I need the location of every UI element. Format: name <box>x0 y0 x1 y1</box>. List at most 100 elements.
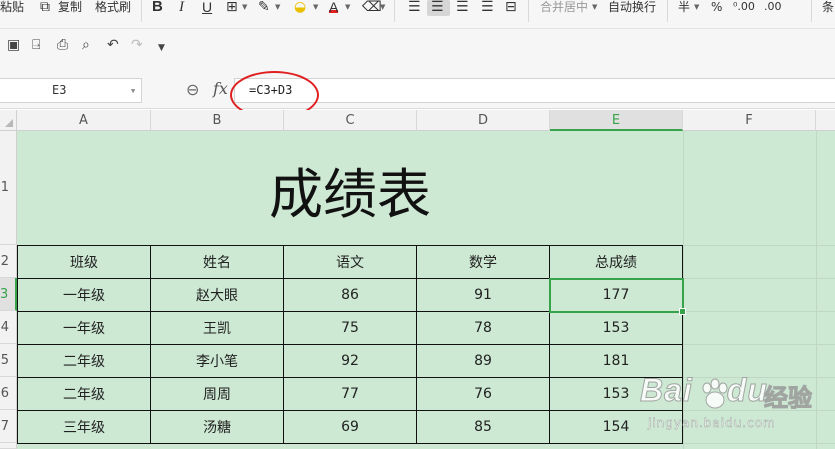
column-header-f[interactable]: F <box>683 110 816 131</box>
column-header-d[interactable]: D <box>417 110 550 131</box>
sheet-title[interactable]: 成绩表 <box>17 131 683 245</box>
format-painter-button[interactable]: 格式刷 <box>95 0 131 14</box>
baidu-jingyan-watermark: Bai du 经验 jingyan.baidu.com <box>640 372 835 449</box>
bold-button[interactable]: B <box>152 0 163 16</box>
table-cell[interactable]: 86 <box>283 278 417 312</box>
table-cell[interactable]: 二年级 <box>17 344 151 378</box>
decrease-decimal-button[interactable]: .00 <box>764 0 782 14</box>
table-cell[interactable]: 77 <box>283 377 417 411</box>
copy-button[interactable]: 复制 <box>58 0 82 14</box>
paste-button[interactable]: 粘贴 <box>0 0 24 14</box>
table-cell[interactable]: 周周 <box>150 377 284 411</box>
increase-decimal-button[interactable]: ⁰.00 <box>733 0 755 14</box>
italic-button[interactable]: I <box>179 0 184 16</box>
row-header-3[interactable]: 3 <box>0 278 17 311</box>
column-header-a[interactable]: A <box>17 110 151 131</box>
chevron-down-icon[interactable]: ▼ <box>313 4 318 11</box>
currency-button[interactable]: 半 <box>678 0 690 14</box>
align-center-icon[interactable]: ☰ <box>431 0 444 16</box>
fx-icon[interactable]: fx <box>213 79 228 98</box>
column-header-e[interactable]: E <box>550 110 683 131</box>
justify-icon[interactable]: ☰ <box>481 0 494 16</box>
distributed-icon[interactable]: ⊟ <box>505 0 517 16</box>
fill-color-icon[interactable]: ✎ <box>258 0 270 16</box>
table-cell[interactable]: 91 <box>416 278 550 312</box>
chevron-down-icon[interactable]: ▼ <box>131 87 135 95</box>
table-cell[interactable]: 69 <box>283 410 417 444</box>
name-box[interactable]: E3 ▼ <box>0 78 142 103</box>
header-cell[interactable]: 总成绩 <box>549 245 683 279</box>
percent-button[interactable]: % <box>711 0 722 14</box>
ribbon-right-button[interactable]: 条 <box>822 0 834 14</box>
table-cell[interactable]: 三年级 <box>17 410 151 444</box>
row-header-7[interactable]: 7 <box>0 410 17 443</box>
row-header-6[interactable]: 6 <box>0 377 17 410</box>
chevron-down-icon[interactable]: ▼ <box>275 4 280 11</box>
gridline <box>683 311 835 312</box>
eraser-icon[interactable]: ⌫ <box>362 0 382 16</box>
table-cell[interactable]: 一年级 <box>17 278 151 312</box>
table-cell[interactable]: 92 <box>283 344 417 378</box>
table-cell[interactable]: 89 <box>416 344 550 378</box>
column-header-b[interactable]: B <box>151 110 284 131</box>
undo-icon[interactable]: ↶ <box>107 37 119 53</box>
table-cell[interactable]: 一年级 <box>17 311 151 345</box>
chevron-down-icon[interactable]: ▼ <box>345 4 350 11</box>
column-header-c[interactable]: C <box>284 110 417 131</box>
align-right-icon[interactable]: ☰ <box>456 0 469 16</box>
save-icon[interactable]: ▣ <box>7 37 20 53</box>
gridline <box>683 344 835 345</box>
table-cell[interactable]: 85 <box>416 410 550 444</box>
chevron-down-icon[interactable]: ▼ <box>592 4 597 11</box>
watermark-url: jingyan.baidu.com <box>648 416 776 430</box>
watermark-cn: 经验 <box>764 384 813 413</box>
table-header-row: 班级 姓名 语文 数学 总成绩 <box>17 245 683 279</box>
divider <box>528 0 529 22</box>
align-left-icon[interactable]: ☰ <box>408 0 421 16</box>
column-header-g[interactable] <box>816 110 835 131</box>
redo-icon[interactable]: ↷ <box>131 37 143 53</box>
table-cell[interactable]: 李小笔 <box>150 344 284 378</box>
formula-input[interactable] <box>234 78 835 103</box>
divider <box>394 0 395 22</box>
table-cell[interactable]: 汤糖 <box>150 410 284 444</box>
divider <box>667 0 668 22</box>
table-cell[interactable]: 78 <box>416 311 550 345</box>
table-cell[interactable]: 75 <box>283 311 417 345</box>
row-header-8[interactable] <box>0 443 17 449</box>
table-cell[interactable]: 76 <box>416 377 550 411</box>
highlight-icon[interactable]: ◒ <box>294 0 306 16</box>
output-icon[interactable]: ⍈ <box>32 37 40 53</box>
table-cell[interactable]: 赵大眼 <box>150 278 284 312</box>
print-icon[interactable]: ⎙ <box>57 37 68 53</box>
print-preview-icon[interactable]: ⌕ <box>82 37 90 53</box>
zoom-icon[interactable]: ⊖ <box>186 80 199 99</box>
header-cell[interactable]: 姓名 <box>150 245 284 279</box>
chevron-down-icon[interactable]: ▼ <box>694 4 699 11</box>
ribbon-toolbar: 粘贴 ⧉ 复制 格式刷 B I U ⊞ ▼ ✎ ▼ ◒ ▼ A ▼ ⌫ ▼ ☰ … <box>0 0 835 29</box>
header-cell[interactable]: 班级 <box>17 245 151 279</box>
header-cell[interactable]: 数学 <box>416 245 550 279</box>
chevron-down-icon[interactable]: ▼ <box>380 4 385 11</box>
score-table: 班级 姓名 语文 数学 总成绩 一年级 赵大眼 86 91 177 一年级 王凯… <box>17 245 683 444</box>
table-cell[interactable]: 王凯 <box>150 311 284 345</box>
select-all-corner[interactable] <box>0 110 17 131</box>
table-row: 二年级 李小笔 92 89 181 <box>17 344 683 378</box>
font-color-button[interactable]: A <box>329 0 339 14</box>
table-row: 一年级 王凯 75 78 153 <box>17 311 683 345</box>
customize-icon[interactable]: ▼ <box>158 40 165 56</box>
chevron-down-icon[interactable]: ▼ <box>242 4 247 11</box>
table-row: 二年级 周周 77 76 153 <box>17 377 683 411</box>
wrap-text-button[interactable]: 自动换行 <box>608 0 656 14</box>
row-header-1[interactable]: 1 <box>0 131 17 245</box>
underline-button[interactable]: U <box>202 0 212 16</box>
border-icon[interactable]: ⊞ <box>226 0 238 16</box>
table-cell[interactable]: 153 <box>549 311 683 345</box>
active-cell-selection[interactable] <box>549 278 686 315</box>
row-header-2[interactable]: 2 <box>0 245 17 278</box>
header-cell[interactable]: 语文 <box>283 245 417 279</box>
row-header-5[interactable]: 5 <box>0 344 17 377</box>
row-header-4[interactable]: 4 <box>0 311 17 344</box>
table-cell[interactable]: 二年级 <box>17 377 151 411</box>
merge-center-button[interactable]: 合并居中 <box>540 0 588 14</box>
